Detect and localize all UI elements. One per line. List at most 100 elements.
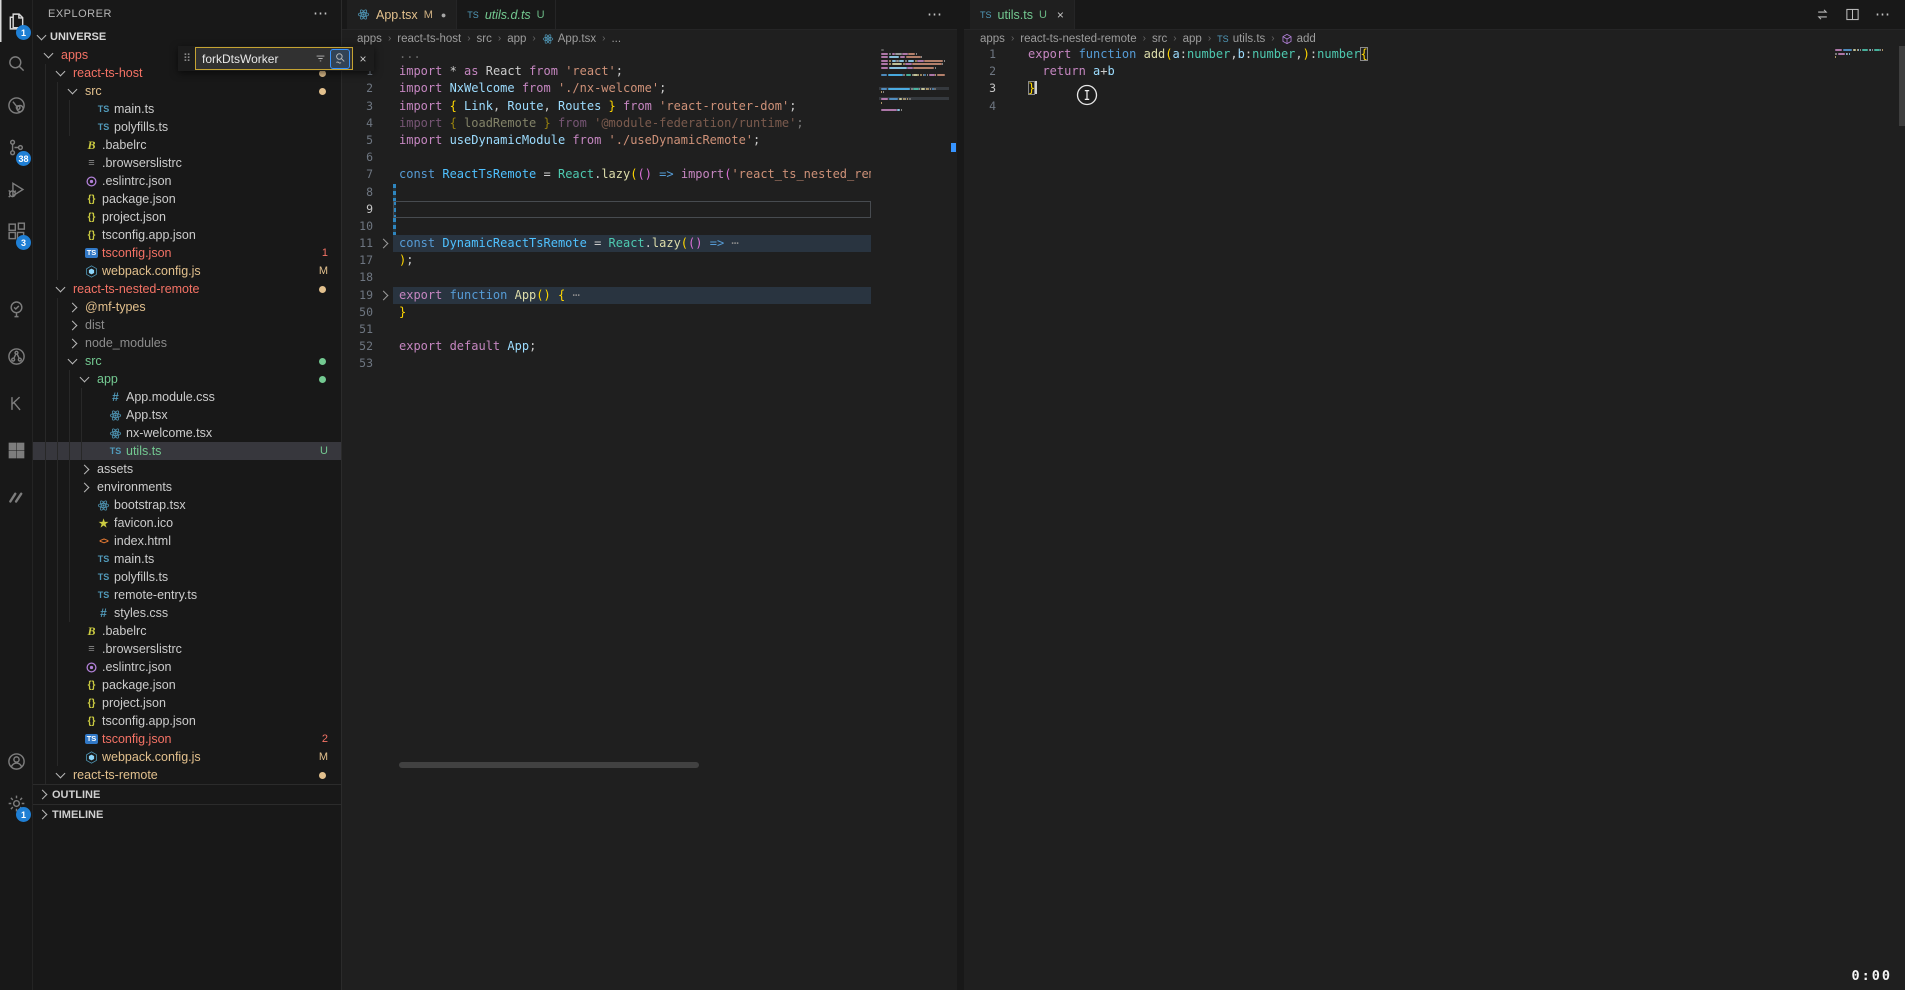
tree-item--browserslistrc[interactable]: ≡.browserslistrc <box>33 154 341 172</box>
tree-item-environments[interactable]: environments <box>33 478 341 496</box>
code-line[interactable]: 11const DynamicReactTsRemote = React.laz… <box>341 235 957 252</box>
fold-chevron-icon[interactable] <box>378 290 388 300</box>
code-line[interactable]: 4import { loadRemote } from '@module-fed… <box>341 115 957 132</box>
activitybar-item-settings[interactable]: 1 <box>0 782 32 824</box>
activitybar-item-source-control[interactable]: 38 <box>0 126 32 168</box>
tree-item--eslintrc-json[interactable]: .eslintrc.json <box>33 658 341 676</box>
breadcrumb-item[interactable]: apps <box>357 33 382 45</box>
code-line[interactable]: 1export function add(a:number,b:number,)… <box>964 46 1905 63</box>
tree-item-app-tsx[interactable]: App.tsx <box>33 406 341 424</box>
code-line[interactable]: 18 <box>341 269 957 286</box>
tree-item-tsconfig-json[interactable]: TStsconfig.json1 <box>33 244 341 262</box>
timeline-section-header[interactable]: TIMELINE <box>33 804 341 824</box>
code-line[interactable]: 51 <box>341 321 957 338</box>
activitybar-item-k-tool[interactable] <box>0 382 32 424</box>
tree-item-react-ts-remote[interactable]: react-ts-remote <box>33 766 341 784</box>
tree-item-index-html[interactable]: <>index.html <box>33 532 341 550</box>
activitybar-item-remote-tool[interactable] <box>0 84 32 126</box>
tree-item--mf-types[interactable]: @mf-types <box>33 298 341 316</box>
tree-item-utils-ts[interactable]: TSutils.tsU <box>33 442 341 460</box>
code-line[interactable]: 50} <box>341 304 957 321</box>
activitybar-item-search[interactable] <box>0 42 32 84</box>
tree-item-favicon-ico[interactable]: ★favicon.ico <box>33 514 341 532</box>
breadcrumb-item[interactable]: src <box>1152 33 1167 45</box>
tree-item-webpack-config-js[interactable]: webpack.config.jsM <box>33 262 341 280</box>
tree-item-nx-welcome-tsx[interactable]: nx-welcome.tsx <box>33 424 341 442</box>
breadcrumb-item[interactable]: TSutils.ts <box>1217 33 1265 45</box>
tree-item-bootstrap-tsx[interactable]: bootstrap.tsx <box>33 496 341 514</box>
tree-item-src[interactable]: src <box>33 82 341 100</box>
breadcrumb-item[interactable]: app <box>1183 33 1202 45</box>
code-line[interactable]: 3} <box>964 80 1905 97</box>
vertical-scrollbar[interactable] <box>1899 46 1905 126</box>
tree-item-react-ts-nested-remote[interactable]: react-ts-nested-remote <box>33 280 341 298</box>
tree-item--eslintrc-json[interactable]: .eslintrc.json <box>33 172 341 190</box>
code-line[interactable]: 5import useDynamicModule from './useDyna… <box>341 132 957 149</box>
tree-item-webpack-config-js[interactable]: webpack.config.jsM <box>33 748 341 766</box>
activitybar-item-grid-tool[interactable] <box>0 429 32 471</box>
activitybar-item-extensions[interactable]: 3 <box>0 210 32 252</box>
activitybar-item-explorer[interactable]: 1 <box>0 0 32 42</box>
editor-group-divider[interactable] <box>957 0 964 990</box>
tree-item-assets[interactable]: assets <box>33 460 341 478</box>
tree-item-dist[interactable]: dist <box>33 316 341 334</box>
workspace-section-header[interactable]: UNIVERSE <box>33 28 341 46</box>
activitybar-item-git-graph[interactable] <box>0 335 32 377</box>
tree-item-remote-entry-ts[interactable]: TSremote-entry.ts <box>33 586 341 604</box>
activitybar-item-run-debug[interactable] <box>0 168 32 210</box>
tree-item-package-json[interactable]: {}package.json <box>33 190 341 208</box>
close-icon[interactable]: × <box>1057 8 1064 22</box>
tree-item-package-json[interactable]: {}package.json <box>33 676 341 694</box>
tree-item-src[interactable]: src <box>33 352 341 370</box>
tree-item-main-ts[interactable]: TSmain.ts <box>33 550 341 568</box>
drag-grip-icon[interactable]: ⠿ <box>181 52 193 65</box>
tree-item-polyfills-ts[interactable]: TSpolyfills.ts <box>33 118 341 136</box>
tab-utils-ts[interactable]: TSutils.tsU× <box>970 0 1075 29</box>
outline-section-header[interactable]: OUTLINE <box>33 784 341 804</box>
tree-item-node-modules[interactable]: node_modules <box>33 334 341 352</box>
tree-filter-input[interactable] <box>202 52 311 66</box>
tree-item--babelrc[interactable]: Β.babelrc <box>33 622 341 640</box>
tab-utils-d-ts[interactable]: TSutils.d.tsU <box>457 0 555 29</box>
code-line[interactable]: 53 <box>341 355 957 372</box>
code-line[interactable]: ... <box>341 46 957 63</box>
filter-icon[interactable] <box>314 52 327 65</box>
code-line[interactable]: 7const ReactTsRemote = React.lazy(() => … <box>341 166 957 183</box>
fuzzy-match-toggle[interactable] <box>330 49 350 69</box>
tree-item-app-module-css[interactable]: #App.module.css <box>33 388 341 406</box>
breadcrumb-item[interactable]: src <box>477 33 492 45</box>
breadcrumb-item[interactable]: react-ts-nested-remote <box>1020 33 1136 45</box>
code-line[interactable]: 52export default App; <box>341 338 957 355</box>
code-line[interactable]: 3import { Link, Route, Routes } from 're… <box>341 98 957 115</box>
tree-item-project-json[interactable]: {}project.json <box>33 694 341 712</box>
breadcrumb-item[interactable]: add <box>1281 33 1316 45</box>
tree-item--babelrc[interactable]: Β.babelrc <box>33 136 341 154</box>
code-line[interactable]: 1import * as React from 'react'; <box>341 63 957 80</box>
fold-chevron-icon[interactable] <box>378 239 388 249</box>
activitybar-item-testing-tree[interactable] <box>0 288 32 330</box>
more-actions-icon[interactable]: ⋯ <box>1875 10 1891 20</box>
code-line[interactable]: 2 return a+b <box>964 63 1905 80</box>
tree-item-tsconfig-app-json[interactable]: {}tsconfig.app.json <box>33 226 341 244</box>
tree-item-tsconfig-json[interactable]: TStsconfig.json2 <box>33 730 341 748</box>
code-line[interactable]: 2import NxWelcome from './nx-welcome'; <box>341 80 957 97</box>
more-actions-icon[interactable]: ⋯ <box>927 10 943 20</box>
breadcrumb-item[interactable]: react-ts-host <box>397 33 461 45</box>
close-icon[interactable]: × <box>355 52 371 66</box>
open-changes-icon[interactable] <box>1815 7 1830 22</box>
tree-item--browserslistrc[interactable]: ≡.browserslistrc <box>33 640 341 658</box>
explorer-more-actions-icon[interactable]: ⋯ <box>313 9 329 19</box>
code-line[interactable]: 17); <box>341 252 957 269</box>
activitybar-item-accounts[interactable] <box>0 740 32 782</box>
code-line[interactable]: 9 <box>341 201 957 218</box>
split-editor-icon[interactable] <box>1845 7 1860 22</box>
breadcrumb-item[interactable]: apps <box>980 33 1005 45</box>
code-line[interactable]: 6 <box>341 149 957 166</box>
code-line[interactable]: 8 <box>341 184 957 201</box>
horizontal-scrollbar[interactable] <box>399 762 699 768</box>
code-line[interactable]: 19export function App() { ⋯ <box>341 287 957 304</box>
code-line[interactable]: 10 <box>341 218 957 235</box>
tree-item-app[interactable]: app <box>33 370 341 388</box>
breadcrumb-item[interactable]: App.tsx <box>542 33 596 45</box>
breadcrumb-item[interactable]: app <box>507 33 526 45</box>
